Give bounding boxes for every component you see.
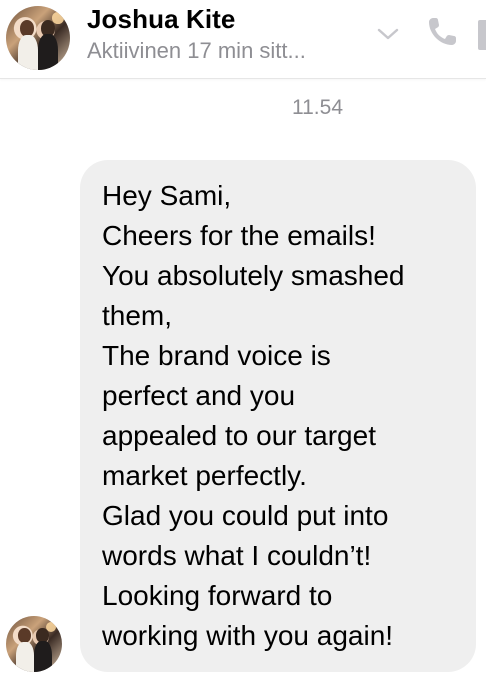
message-bubble[interactable]: Hey Sami, Cheers for the emails! You abs…	[80, 160, 476, 672]
message-line: Looking forward to	[102, 580, 333, 611]
chat-header: Joshua Kite Aktiivinen 17 min sitt...	[0, 0, 486, 79]
message-line: Glad you could put into	[102, 500, 389, 531]
message-line: appealed to our target	[102, 420, 376, 451]
chat-screen: Joshua Kite Aktiivinen 17 min sitt... 11…	[0, 0, 486, 676]
phone-icon[interactable]	[424, 14, 460, 50]
contact-status: Aktiivinen 17 min sitt...	[87, 38, 306, 63]
message-line: market perfectly.	[102, 460, 307, 491]
message-timestamp: 11.54	[292, 96, 343, 119]
sender-avatar[interactable]	[6, 616, 62, 672]
message-line: working with you again!	[102, 620, 394, 651]
message-line: perfect and you	[102, 380, 296, 411]
message-line: Hey Sami,	[102, 180, 232, 211]
contact-name[interactable]: Joshua Kite	[87, 4, 235, 35]
contact-avatar[interactable]	[6, 6, 70, 70]
message-line: Cheers for the emails!	[102, 220, 376, 251]
message-line: You absolutely smashed	[102, 260, 405, 291]
video-call-icon[interactable]	[478, 20, 486, 50]
message-line: The brand voice is	[102, 340, 331, 371]
chevron-down-icon[interactable]	[376, 22, 400, 46]
message-line: them,	[102, 300, 173, 331]
message-line: words what I couldn’t!	[102, 540, 372, 571]
